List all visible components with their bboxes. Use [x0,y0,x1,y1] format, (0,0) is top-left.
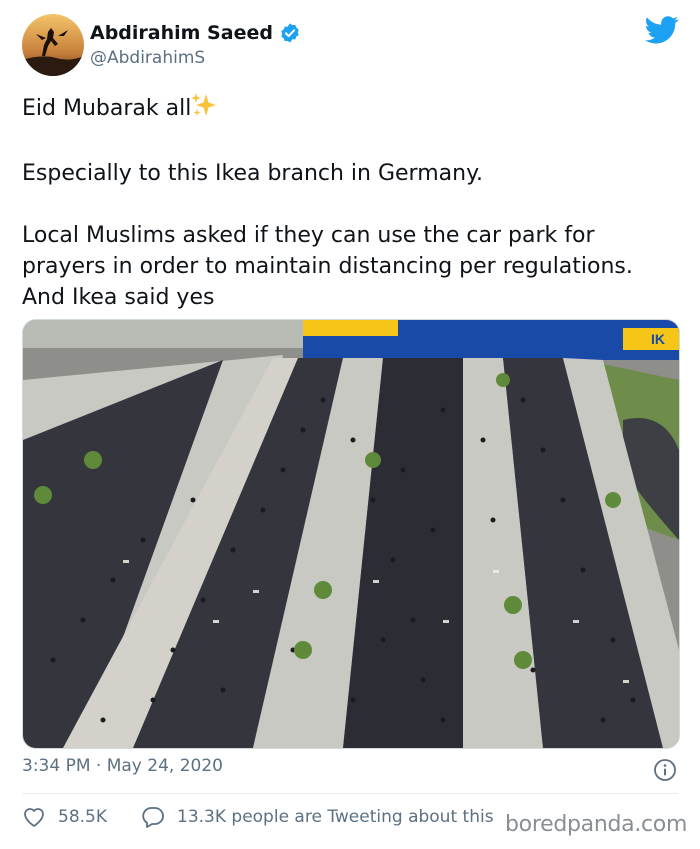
tweeting-about-link[interactable]: 13.3K people are Tweeting about this [141,806,494,828]
reply-bubble-icon [142,807,164,828]
verified-badge-icon [281,23,299,43]
tweet-line-ikea: Especially to this Ikea branch in German… [22,161,483,186]
twitter-bird-icon[interactable] [645,16,679,44]
avatar-silhouette-image [22,14,84,76]
like-count: 58.5K [58,807,107,827]
display-name[interactable]: Abdirahim Saeed [90,22,301,44]
info-icon[interactable] [653,758,677,782]
tweet-actions: 58.5K 13.3K people are Tweeting about th… [22,806,528,828]
tweet-card: Abdirahim Saeed @AbdirahimS Eid Mubarak … [0,0,700,849]
tweet-text: Eid Mubarak all Especially to this Ikea … [22,92,682,313]
display-name-text[interactable]: Abdirahim Saeed [90,22,273,44]
tweet-timestamp[interactable]: 3:34 PM · May 24, 2020 [22,756,223,776]
tweet-line-story: Local Muslims asked if they can use the … [22,223,633,310]
sparkles-icon [191,92,217,127]
tweet-photo[interactable]: IK [22,319,680,749]
ikea-sign-text: IK [651,331,665,347]
photo-car-park-prayers-image: IK [23,320,679,748]
like-button[interactable]: 58.5K [22,806,107,828]
user-handle[interactable]: @AbdirahimS [90,48,205,68]
divider [22,793,678,794]
heart-icon [24,808,44,827]
boredpanda-watermark: boredpanda.com [505,812,688,837]
tweet-line-greeting-text: Eid Mubarak all [22,96,192,121]
tweet-line-greeting: Eid Mubarak all [22,92,682,127]
avatar[interactable] [22,14,84,76]
tweeting-about-text: 13.3K people are Tweeting about this [177,807,494,827]
